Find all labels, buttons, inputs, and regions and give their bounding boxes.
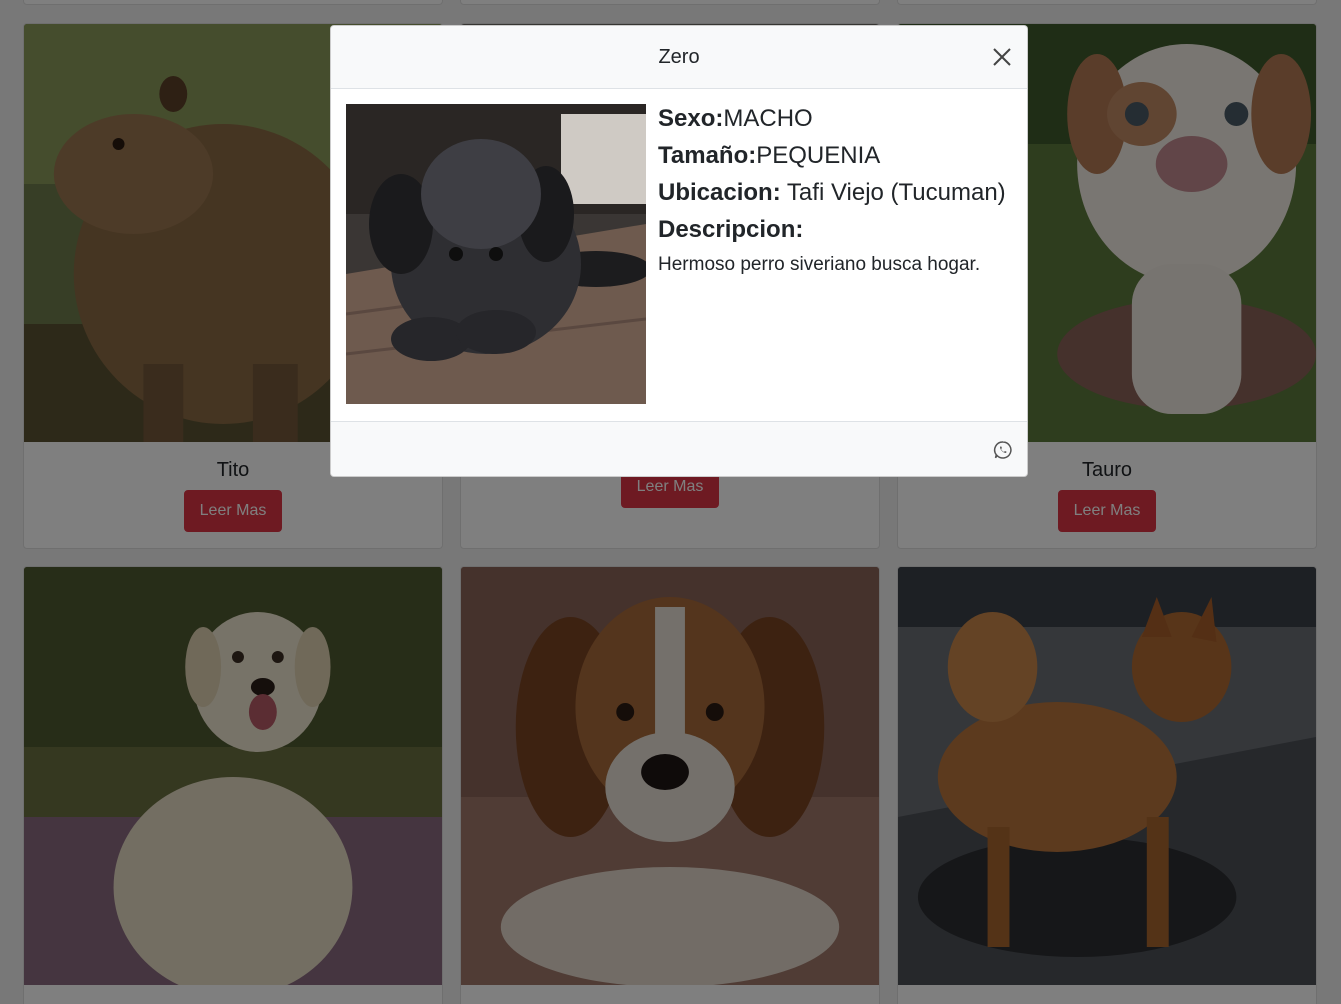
ubicacion-label: Ubicacion: xyxy=(658,179,781,206)
sexo-row: Sexo:MACHO xyxy=(658,105,1013,133)
descripcion-label: Descripcion: xyxy=(658,216,804,243)
tamano-label: Tamaño: xyxy=(658,142,757,169)
tamano-row: Tamaño:PEQUENIA xyxy=(658,142,1013,170)
pet-detail-modal: Zero Sexo:MACHO Tamaño:PEQUENIA Ubicacio… xyxy=(330,25,1028,477)
descripcion-row: Descripcion: xyxy=(658,216,1013,244)
whatsapp-icon[interactable] xyxy=(993,440,1013,460)
sexo-value: MACHO xyxy=(723,105,813,132)
modal-footer xyxy=(331,421,1027,476)
sexo-label: Sexo: xyxy=(658,105,724,132)
modal-header: Zero xyxy=(331,26,1027,89)
ubicacion-value: Tafi Viejo (Tucuman) xyxy=(780,179,1006,206)
modal-title: Zero xyxy=(658,46,700,68)
ubicacion-row: Ubicacion: Tafi Viejo (Tucuman) xyxy=(658,179,1013,207)
tamano-value: PEQUENIA xyxy=(756,142,881,169)
pet-info: Sexo:MACHO Tamaño:PEQUENIA Ubicacion: Ta… xyxy=(658,105,1013,277)
descripcion-value: Hermoso perro siveriano busca hogar. xyxy=(658,254,981,275)
close-icon[interactable] xyxy=(991,46,1013,68)
black-puppy-photo xyxy=(346,104,646,404)
modal-body: Sexo:MACHO Tamaño:PEQUENIA Ubicacion: Ta… xyxy=(331,89,1027,421)
